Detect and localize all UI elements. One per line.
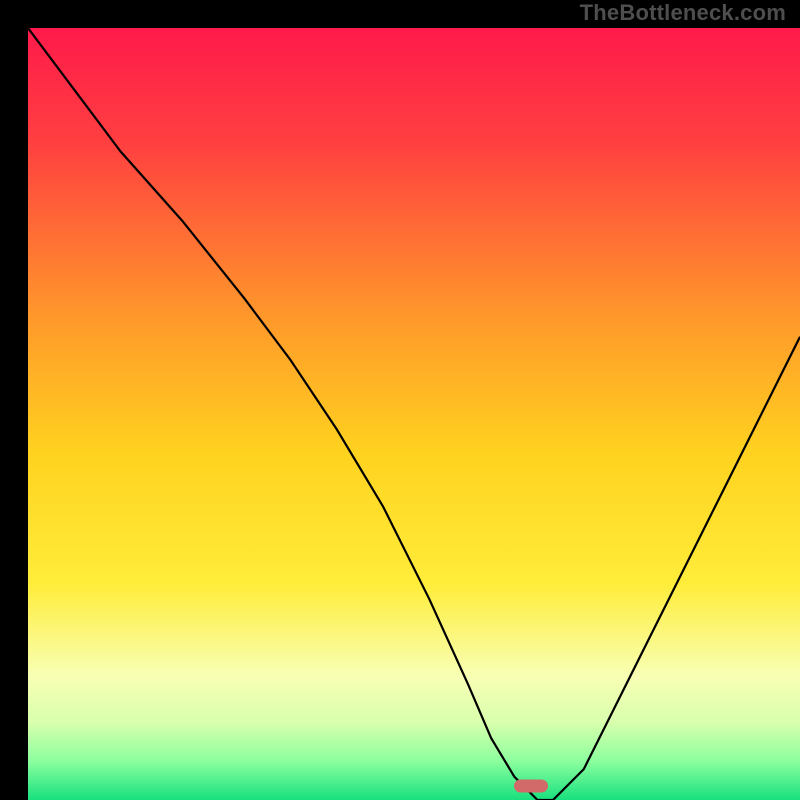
optimal-point-marker <box>514 780 548 793</box>
chart-frame <box>14 14 786 786</box>
watermark-text: TheBottleneck.com <box>580 0 786 26</box>
gradient-background <box>28 28 800 800</box>
bottleneck-chart <box>28 28 800 800</box>
